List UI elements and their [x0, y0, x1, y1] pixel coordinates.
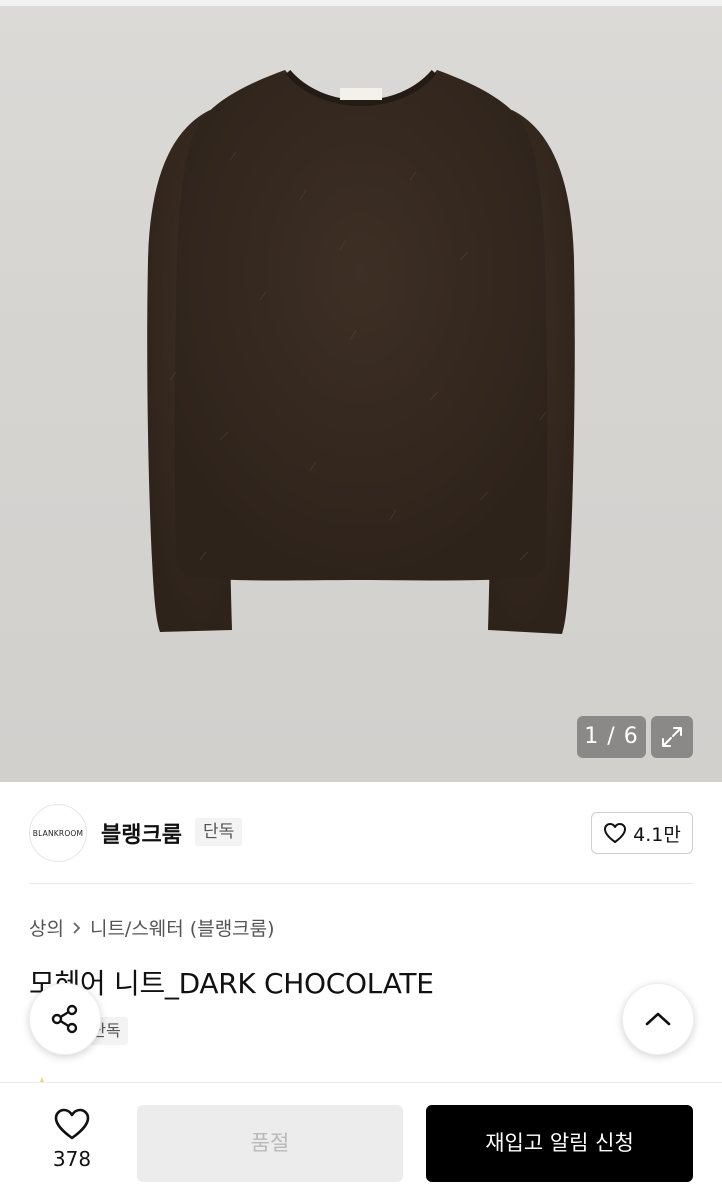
counter-badge: 1 / 6 — [577, 716, 646, 758]
share-icon — [51, 1004, 78, 1034]
counter-text: 1 / 6 — [584, 724, 639, 749]
product-like-count: 378 — [52, 1147, 92, 1171]
expand-icon — [662, 727, 682, 747]
expand-button[interactable] — [651, 716, 693, 758]
breadcrumb-item-subcategory[interactable]: 니트/스웨터 (블랭크룸) — [90, 914, 275, 941]
scroll-top-button[interactable] — [622, 983, 694, 1055]
share-button[interactable] — [29, 983, 101, 1055]
divider — [29, 883, 693, 884]
brand-logo-text: BLANKROOM — [32, 828, 84, 838]
brand-exclusive-tag: 단독 — [195, 818, 243, 846]
sweater-image — [147, 70, 575, 634]
product-like-button[interactable]: 378 — [40, 1107, 104, 1187]
bottom-action-bar: 378 품절 재입고 알림 신청 — [0, 1082, 722, 1201]
brand-like-button[interactable]: 4.1만 — [591, 812, 693, 854]
brand-row: BLANKROOM 블랭크룸 단독 4.1만 — [29, 804, 693, 862]
brand-name[interactable]: 블랭크룸 — [101, 817, 182, 849]
brand-logo[interactable]: BLANKROOM — [29, 804, 87, 862]
breadcrumb-item-category[interactable]: 상의 — [29, 914, 64, 941]
chevron-right-icon — [73, 921, 81, 934]
breadcrumb: 상의 니트/스웨터 (블랭크룸) — [29, 914, 275, 941]
soldout-button: 품절 — [137, 1105, 403, 1182]
chevron-up-icon — [645, 1012, 671, 1026]
brand-like-count: 4.1만 — [633, 823, 681, 846]
heart-icon — [54, 1108, 90, 1140]
heart-icon — [604, 823, 627, 843]
restock-alert-button[interactable]: 재입고 알림 신청 — [426, 1105, 693, 1182]
product-image-gallery[interactable]: 1 / 6 — [0, 0, 722, 782]
